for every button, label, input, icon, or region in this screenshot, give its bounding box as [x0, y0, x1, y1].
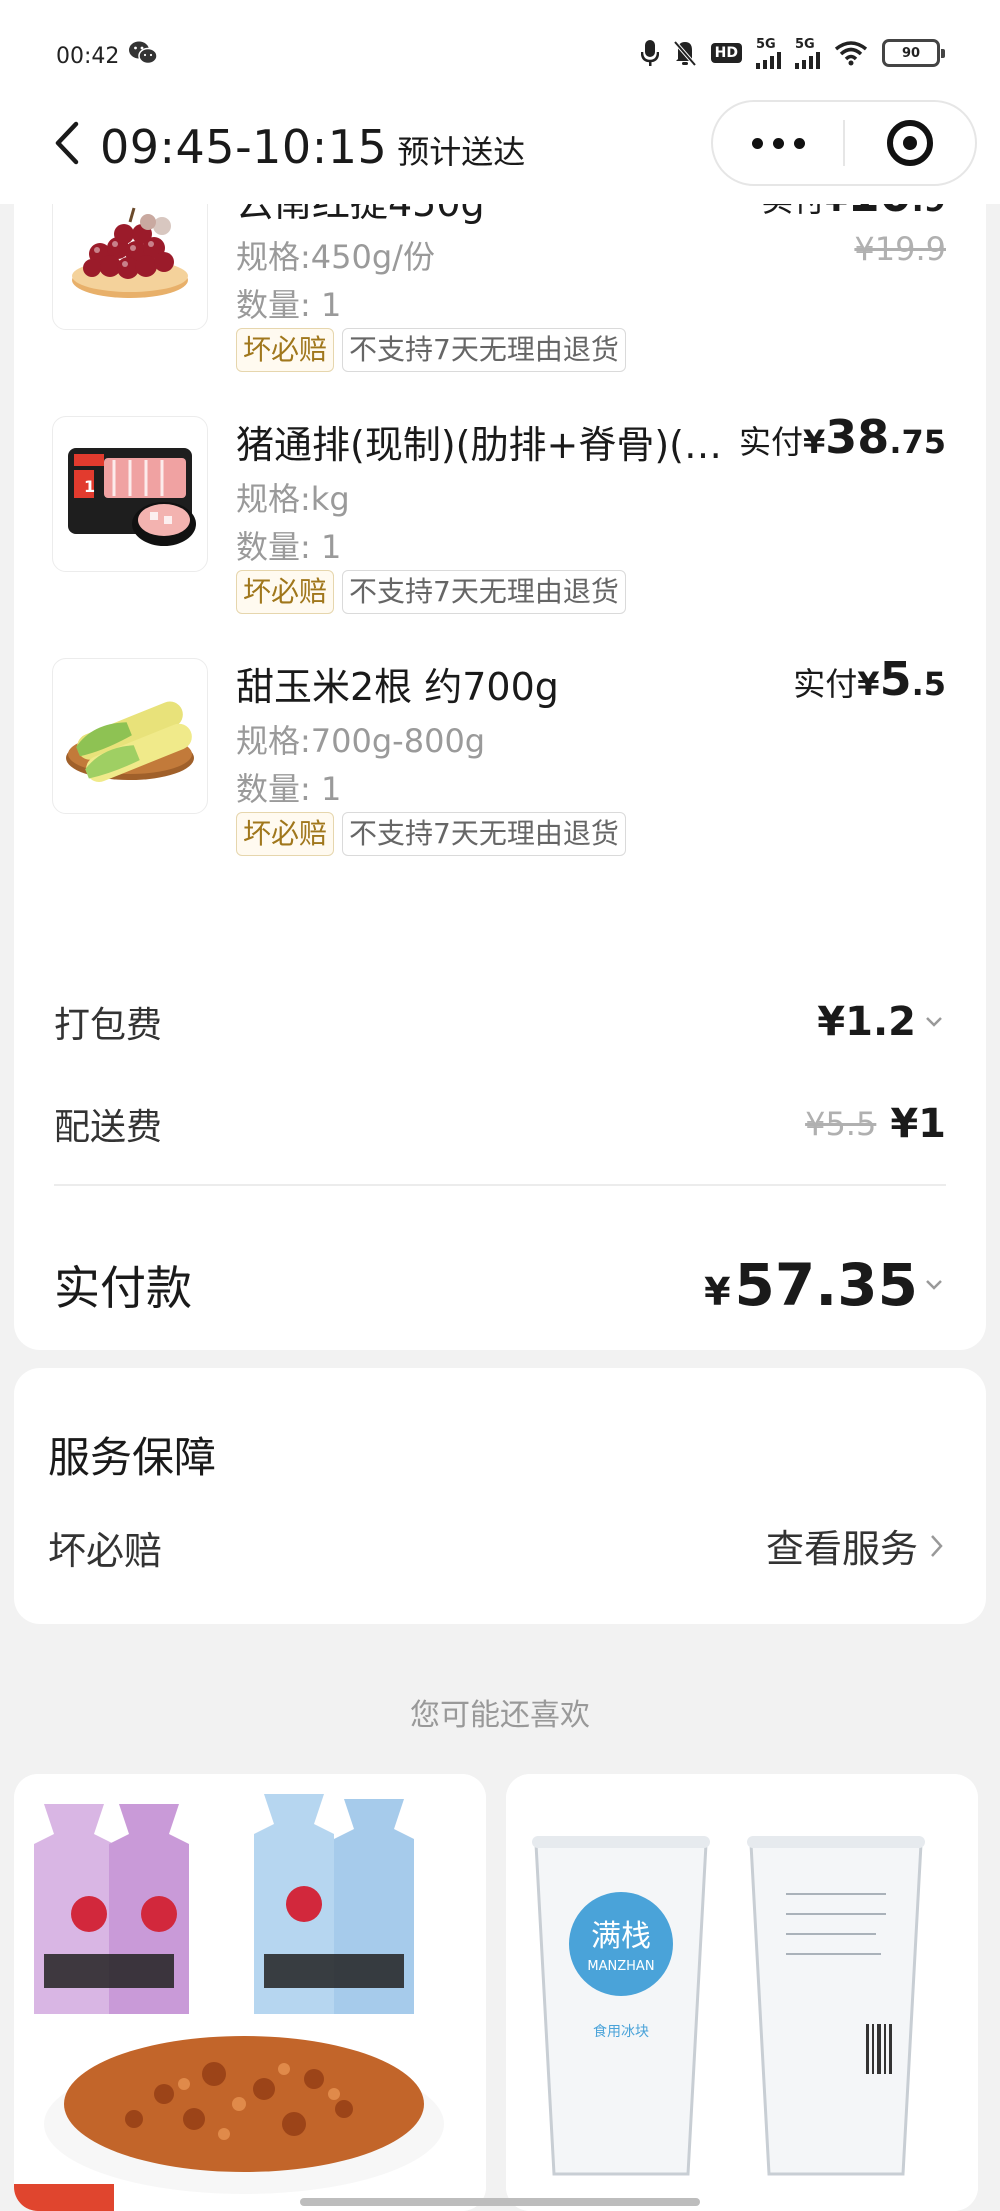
- home-indicator: [300, 2198, 700, 2206]
- recommend-product-card[interactable]: 食用冰块 满栈 MANZHAN: [506, 1774, 978, 2211]
- target-close-icon: [886, 120, 933, 166]
- top-bar: 00:42 HD 5G 5G 90 09:45-10:15 预计送达: [0, 0, 1000, 204]
- back-arrow-icon[interactable]: [50, 118, 86, 168]
- item-price: 实付 ¥ 38 .75: [739, 410, 946, 464]
- recommend-title: 您可能还喜欢: [410, 1698, 590, 1733]
- tag-no-return: 不支持7天无理由退货: [342, 328, 626, 372]
- recommend-product-card[interactable]: [14, 1774, 486, 2211]
- dot: [751, 137, 763, 149]
- tag-damage-guarantee: 坏必赔: [236, 328, 335, 372]
- delivery-label: 预计送达: [397, 133, 526, 171]
- chevron-down-icon: [926, 1280, 942, 1290]
- delivery-fee-label: 配送费: [54, 1107, 163, 1148]
- order-item[interactable]: 1 猪通排(现制)(肋排+脊骨)(… 规格:kg 数量: 1 坏必赔 不支持7天…: [14, 392, 986, 632]
- packing-fee-label: 打包费: [54, 1005, 163, 1046]
- cup-brand-en: MANZHAN: [587, 1959, 654, 1974]
- item-price: 实付 ¥ 5 .5: [793, 652, 946, 706]
- product-image-pork-ribs: 1: [52, 416, 208, 572]
- item-spec: 规格:700g-800g: [236, 722, 486, 760]
- order-card: 云南红提450g 规格:450g/份 数量: 1 坏必赔 不支持7天无理由退货 …: [14, 150, 986, 1350]
- item-quantity: 数量: 1: [236, 286, 342, 324]
- mute-icon: [673, 40, 697, 67]
- service-title: 服务保障: [48, 1433, 217, 1482]
- item-name: 猪通排(现制)(肋排+脊骨)(…: [236, 423, 722, 467]
- battery-icon: 90: [882, 39, 945, 67]
- divider: [54, 1184, 946, 1186]
- service-guarantee-card: 服务保障 坏必赔 查看服务: [14, 1368, 986, 1624]
- view-service-link[interactable]: 查看服务: [766, 1518, 946, 1573]
- tag-damage-guarantee: 坏必赔: [236, 570, 335, 614]
- total-currency: ¥: [704, 1270, 731, 1314]
- delivery-time: 09:45-10:15: [100, 120, 388, 174]
- signal-5g-icon: 5G: [756, 38, 781, 69]
- cup-brand: 满栈: [591, 1919, 651, 1954]
- original-price: ¥19.9: [854, 230, 946, 268]
- chevron-down-icon: [926, 1017, 942, 1027]
- cup-caption: 食用冰块: [593, 2023, 649, 2040]
- item-tags: 坏必赔 不支持7天无理由退货: [236, 812, 626, 856]
- item-quantity: 数量: 1: [236, 528, 342, 566]
- service-item: 坏必赔: [48, 1529, 163, 1573]
- wechat-icon: [129, 41, 158, 65]
- item-quantity: 数量: 1: [236, 770, 342, 808]
- mini-program-capsule: [711, 100, 977, 186]
- item-tags: 坏必赔 不支持7天无理由退货: [236, 570, 626, 614]
- status-time: 00:42: [56, 44, 120, 69]
- delivery-fee-row: 配送费 ¥5.5 ¥1: [54, 1094, 946, 1154]
- status-icons: HD 5G 5G 90: [640, 36, 945, 70]
- nav-title: 09:45-10:15 预计送达: [100, 120, 525, 174]
- signal-5g-icon: 5G: [795, 38, 820, 69]
- dot: [793, 137, 805, 149]
- product-image-snack: [14, 1774, 486, 2211]
- delivery-fee-value: ¥1: [890, 1101, 946, 1147]
- total-row[interactable]: 实付款 ¥ 57.35: [54, 1250, 946, 1320]
- order-item[interactable]: 甜玉米2根 约700g 规格:700g-800g 数量: 1 坏必赔 不支持7天…: [14, 634, 986, 874]
- item-spec: 规格:450g/份: [236, 238, 435, 276]
- svg-text:1: 1: [84, 477, 95, 496]
- hd-icon: HD: [710, 43, 742, 63]
- more-options-button[interactable]: [713, 102, 843, 184]
- item-tags: 坏必赔 不支持7天无理由退货: [236, 328, 626, 372]
- total-value: 57.35: [734, 1251, 918, 1319]
- close-mini-program-button[interactable]: [845, 102, 975, 184]
- tag-damage-guarantee: 坏必赔: [236, 812, 335, 856]
- mic-icon: [640, 40, 659, 66]
- product-image-ice-cups: 食用冰块 满栈 MANZHAN: [506, 1774, 978, 2211]
- tag-no-return: 不支持7天无理由退货: [342, 570, 626, 614]
- chevron-right-icon: [931, 1534, 943, 1557]
- packing-fee-row[interactable]: 打包费 ¥1.2: [54, 992, 946, 1052]
- packing-fee-value: ¥1.2: [817, 999, 916, 1045]
- dot: [772, 137, 784, 149]
- product-image-corn: [52, 658, 208, 814]
- total-label: 实付款: [54, 1261, 192, 1315]
- item-name: 甜玉米2根 约700g: [236, 665, 559, 709]
- item-spec: 规格:kg: [236, 480, 350, 518]
- tag-no-return: 不支持7天无理由退货: [342, 812, 626, 856]
- wifi-icon: [834, 41, 868, 66]
- delivery-fee-original: ¥5.5: [805, 1105, 877, 1143]
